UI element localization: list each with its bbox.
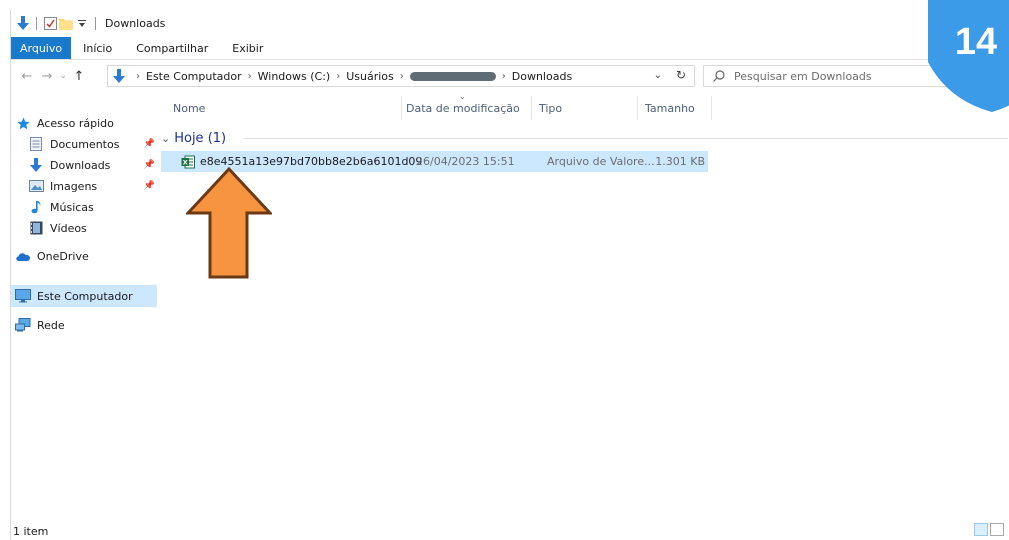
sidebar-item-acesso-rapido[interactable]: Acesso rápido <box>11 112 157 134</box>
breadcrumb-chevron-icon[interactable]: › <box>502 71 506 82</box>
column-divider[interactable] <box>401 96 402 120</box>
group-header[interactable]: ⌄ Hoje (1) <box>161 128 226 148</box>
tab-inicio[interactable]: Início <box>71 37 124 59</box>
sidebar-item-rede[interactable]: Rede <box>11 314 157 336</box>
title-bar: Downloads <box>11 10 1009 37</box>
breadcrumb-este-computador[interactable]: Este Computador <box>146 70 242 83</box>
properties-check-icon[interactable] <box>42 16 58 32</box>
breadcrumb-chevron-icon[interactable]: › <box>400 71 404 82</box>
group-divider <box>243 138 1008 139</box>
quick-access-separator <box>36 17 37 30</box>
sidebar-item-label: Imagens <box>50 179 98 193</box>
search-placeholder: Pesquisar em Downloads <box>734 69 872 83</box>
cloud-icon <box>15 248 31 264</box>
sidebar-item-label: Documentos <box>50 137 120 151</box>
sidebar-item-este-computador[interactable]: Este Computador <box>11 285 157 307</box>
address-download-icon <box>112 68 126 84</box>
tab-arquivo[interactable]: Arquivo <box>11 37 72 59</box>
sidebar-item-label: Rede <box>37 318 65 332</box>
large-icons-view-icon[interactable] <box>990 523 1004 536</box>
sidebar-item-downloads[interactable]: Downloads 📌 <box>11 154 157 176</box>
download-arrow-icon[interactable] <box>15 16 31 32</box>
navigation-bar: ← → ⌄ ↑ › Este Computador › Windows (C:)… <box>11 60 1009 92</box>
document-icon <box>28 136 44 152</box>
file-date: 26/04/2023 15:51 <box>416 155 515 168</box>
sidebar-item-label: Downloads <box>50 158 111 172</box>
column-divider[interactable] <box>711 96 712 120</box>
star-icon <box>15 115 31 131</box>
redacted-username <box>409 71 496 81</box>
recent-locations-chevron-icon[interactable]: ⌄ <box>57 66 69 86</box>
sidebar-item-musicas[interactable]: Músicas <box>11 196 157 218</box>
network-icon <box>15 317 31 333</box>
address-bar[interactable]: › Este Computador › Windows (C:) › Usuár… <box>107 65 695 87</box>
sidebar-item-label: Acesso rápido <box>37 116 114 130</box>
column-header-nome[interactable]: Nome <box>173 94 205 122</box>
breadcrumb-usuarios[interactable]: Usuários <box>346 70 394 83</box>
status-bar: 1 item <box>11 522 1009 540</box>
image-icon <box>28 178 44 194</box>
svg-text:X: X <box>183 158 188 166</box>
music-note-icon <box>28 199 44 215</box>
window-title: Downloads <box>105 17 166 30</box>
title-separator <box>95 17 96 30</box>
new-folder-icon[interactable] <box>58 16 74 32</box>
sidebar-item-label: Músicas <box>50 200 94 214</box>
group-label: Hoje (1) <box>174 130 227 146</box>
sidebar-item-label: Vídeos <box>50 221 87 235</box>
video-icon <box>28 220 44 236</box>
step-number: 14 <box>955 21 997 63</box>
breadcrumb-windows-c[interactable]: Windows (C:) <box>258 70 331 83</box>
breadcrumb-chevron-icon[interactable]: › <box>136 71 140 82</box>
file-list-view: ⌄ Nome Data de modificação Tipo Tamanho … <box>159 92 1009 514</box>
back-arrow-icon[interactable]: ← <box>17 66 37 86</box>
view-toggle <box>974 523 1004 536</box>
column-divider[interactable] <box>531 96 532 120</box>
sidebar-item-imagens[interactable]: Imagens 📌 <box>11 175 157 197</box>
sidebar-item-documentos[interactable]: Documentos 📌 <box>11 133 157 155</box>
column-divider[interactable] <box>637 96 638 120</box>
file-size: 1.301 KB <box>655 155 705 168</box>
column-header-data[interactable]: Data de modificação <box>406 94 520 122</box>
forward-arrow-icon[interactable]: → <box>37 66 57 86</box>
item-count: 1 item <box>13 524 49 538</box>
tab-compartilhar[interactable]: Compartilhar <box>124 37 220 59</box>
tab-exibir[interactable]: Exibir <box>220 37 275 59</box>
breadcrumb-downloads[interactable]: Downloads <box>512 70 572 83</box>
sidebar-item-label: OneDrive <box>37 249 89 263</box>
pin-icon[interactable]: 📌 <box>144 160 155 170</box>
annotation-arrow-icon <box>186 167 272 279</box>
column-header-tamanho[interactable]: Tamanho <box>645 94 695 122</box>
navigation-pane: Acesso rápido Documentos 📌 Downloads 📌 I… <box>11 94 157 514</box>
pin-icon[interactable]: 📌 <box>144 181 155 191</box>
file-type: Arquivo de Valore... <box>547 155 655 168</box>
refresh-icon[interactable]: ↻ <box>676 68 686 82</box>
column-header-tipo[interactable]: Tipo <box>539 94 562 122</box>
details-view-icon[interactable] <box>974 523 988 536</box>
explorer-window: Downloads Arquivo Início Compartilhar Ex… <box>10 0 1009 540</box>
search-icon <box>713 70 725 82</box>
up-arrow-icon[interactable]: ↑ <box>69 66 89 86</box>
customize-dropdown-icon[interactable] <box>74 16 90 32</box>
pin-icon[interactable]: 📌 <box>144 139 155 149</box>
breadcrumb-chevron-icon[interactable]: › <box>248 71 252 82</box>
download-arrow-icon <box>28 157 44 173</box>
breadcrumb-chevron-icon[interactable]: › <box>336 71 340 82</box>
group-collapse-chevron-icon[interactable]: ⌄ <box>161 132 170 145</box>
sidebar-item-label: Este Computador <box>37 289 133 303</box>
sidebar-item-videos[interactable]: Vídeos <box>11 217 157 239</box>
monitor-icon <box>15 288 31 304</box>
address-history-chevron-icon[interactable]: ⌄ <box>654 70 662 81</box>
background-left <box>0 0 10 540</box>
sidebar-item-onedrive[interactable]: OneDrive <box>11 245 157 267</box>
background-top <box>0 0 1009 10</box>
ribbon-tabs: Arquivo Início Compartilhar Exibir <box>11 37 1009 59</box>
step-badge: 14 <box>928 0 1009 112</box>
